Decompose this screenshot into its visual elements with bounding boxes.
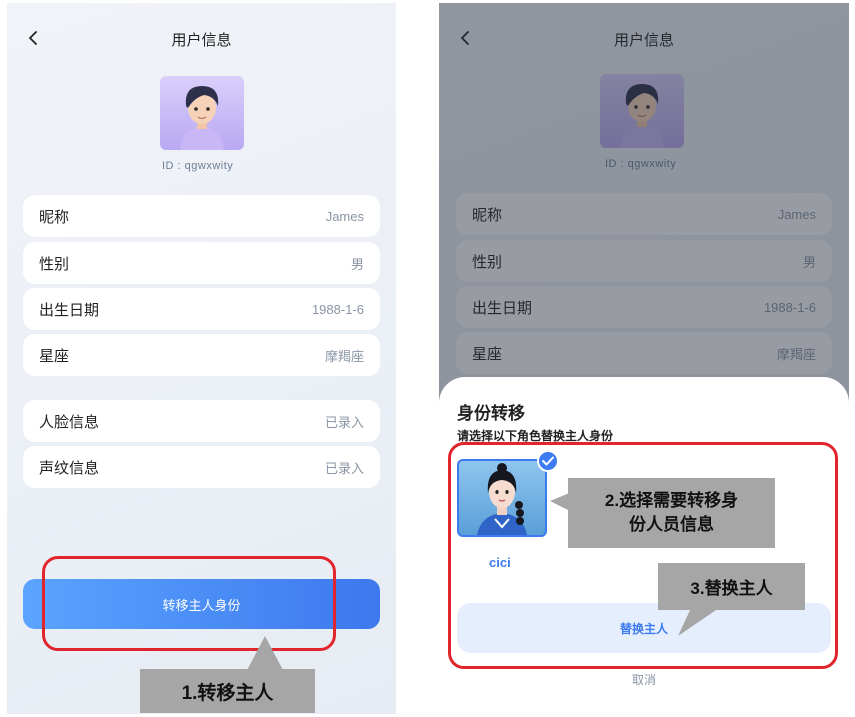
step2-tag-line1: 2.选择需要转移身 [604,491,739,510]
back-icon[interactable] [27,31,41,45]
tutorial-canvas: 用户信息 ID : qgwxwity 昵称 James 性别 男 出生日期 19… [0,0,855,717]
avatar-boy-icon [180,86,224,150]
row-label: 星座 [39,347,70,365]
row-value: 已录入 [324,460,364,476]
step1-tag: 1.转移主人 [140,669,315,713]
profile-row-zodiac[interactable]: 星座 摩羯座 [23,334,380,376]
row-label: 出生日期 [39,301,100,319]
step3-tag: 3.替换主人 [658,563,805,610]
row-value: 已录入 [324,414,364,430]
row-value: James [325,208,364,224]
row-value: 男 [350,256,364,272]
row-label: 人脸信息 [39,413,100,431]
step2-tag-line2: 份人员信息 [629,515,714,534]
profile-row-gender[interactable]: 性别 男 [23,242,380,284]
avatar[interactable] [160,76,244,150]
row-label: 昵称 [39,208,70,226]
record-row-voiceprint[interactable]: 声纹信息 已录入 [23,446,380,488]
step2-tag: 2.选择需要转移身 份人员信息 [568,478,775,548]
sheet-title: 身份转移 [457,404,525,423]
step3-pointer [678,606,722,636]
row-label: 声纹信息 [39,459,100,477]
profile-row-birthday[interactable]: 出生日期 1988-1-6 [23,288,380,330]
row-value: 摩羯座 [324,348,364,364]
page-header: 用户信息 [7,25,396,53]
step2-highlight-frame [448,442,838,669]
profile-row-nickname[interactable]: 昵称 James [23,195,380,237]
record-row-face[interactable]: 人脸信息 已录入 [23,400,380,442]
cancel-button[interactable]: 取消 [439,671,849,688]
step1-pointer [246,636,284,672]
user-id: ID : qgwxwity [162,160,234,172]
page-title: 用户信息 [171,31,232,49]
row-label: 性别 [39,255,70,273]
row-value: 1988-1-6 [311,301,364,317]
step1-highlight-frame [42,556,336,651]
